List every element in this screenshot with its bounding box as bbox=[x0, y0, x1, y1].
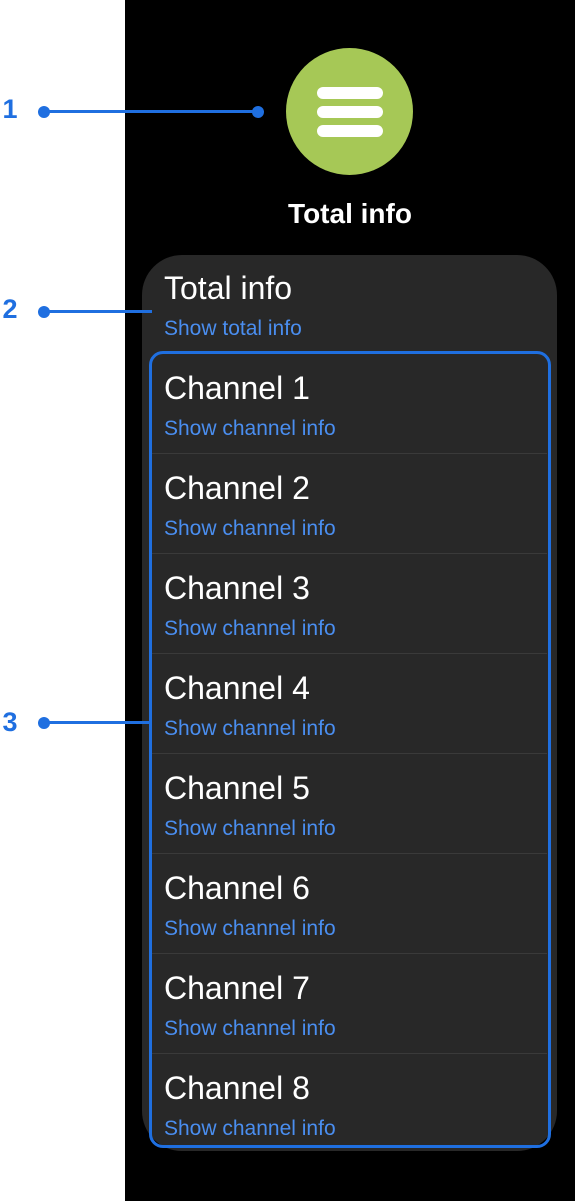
callout-number-1: 1 bbox=[2, 94, 18, 124]
menu-icon-bar bbox=[317, 87, 383, 99]
list-item-channel-2[interactable]: Channel 2 Show channel info bbox=[142, 455, 557, 555]
page: Total info Total info Show total info Ch… bbox=[0, 0, 575, 1201]
list-item-channel-3[interactable]: Channel 3 Show channel info bbox=[142, 555, 557, 655]
list-item-channel-8[interactable]: Channel 8 Show channel info bbox=[142, 1055, 557, 1151]
list-item-subtitle: Show channel info bbox=[164, 917, 336, 940]
list-item-subtitle: Show channel info bbox=[164, 1017, 336, 1040]
list-item-subtitle: Show channel info bbox=[164, 517, 336, 540]
list-item-channel-5[interactable]: Channel 5 Show channel info bbox=[142, 755, 557, 855]
list-item-subtitle: Show channel info bbox=[164, 717, 336, 740]
list-item-title: Channel 6 bbox=[164, 870, 310, 906]
divider bbox=[152, 653, 547, 654]
list-item-channel-4[interactable]: Channel 4 Show channel info bbox=[142, 655, 557, 755]
menu-icon-bar bbox=[317, 106, 383, 118]
list-item-title: Channel 5 bbox=[164, 770, 310, 806]
list-item-total-info[interactable]: Total info Show total info bbox=[142, 255, 557, 355]
callout-dot bbox=[252, 106, 264, 118]
list-item-channel-6[interactable]: Channel 6 Show channel info bbox=[142, 855, 557, 955]
divider bbox=[152, 953, 547, 954]
menu-icon[interactable] bbox=[286, 48, 413, 175]
list-item-title: Channel 4 bbox=[164, 670, 310, 706]
callout-line bbox=[44, 721, 150, 724]
page-title: Total info bbox=[288, 198, 412, 229]
divider bbox=[152, 453, 547, 454]
list-item-subtitle: Show channel info bbox=[164, 817, 336, 840]
list-item-title: Channel 7 bbox=[164, 970, 310, 1006]
divider bbox=[152, 853, 547, 854]
callout-line bbox=[44, 110, 258, 113]
list-item-title: Total info bbox=[164, 270, 293, 306]
list-item-title: Channel 3 bbox=[164, 570, 310, 606]
callout-number-2: 2 bbox=[2, 294, 18, 324]
divider bbox=[152, 553, 547, 554]
list-item-channel-7[interactable]: Channel 7 Show channel info bbox=[142, 955, 557, 1055]
list-item-title: Channel 2 bbox=[164, 470, 310, 506]
list-item-subtitle: Show total info bbox=[164, 317, 302, 340]
callout-number-3: 3 bbox=[2, 707, 18, 737]
list-item-title: Channel 1 bbox=[164, 370, 310, 406]
menu-icon-bar bbox=[317, 125, 383, 137]
list-item-title: Channel 8 bbox=[164, 1070, 310, 1106]
info-list: Total info Show total info Channel 1 Sho… bbox=[142, 255, 557, 1151]
callout-line bbox=[44, 310, 152, 313]
list-item-subtitle: Show channel info bbox=[164, 1117, 336, 1140]
list-item-subtitle: Show channel info bbox=[164, 617, 336, 640]
divider bbox=[152, 1053, 547, 1054]
divider bbox=[152, 753, 547, 754]
list-item-channel-1[interactable]: Channel 1 Show channel info bbox=[142, 355, 557, 455]
list-item-subtitle: Show channel info bbox=[164, 417, 336, 440]
